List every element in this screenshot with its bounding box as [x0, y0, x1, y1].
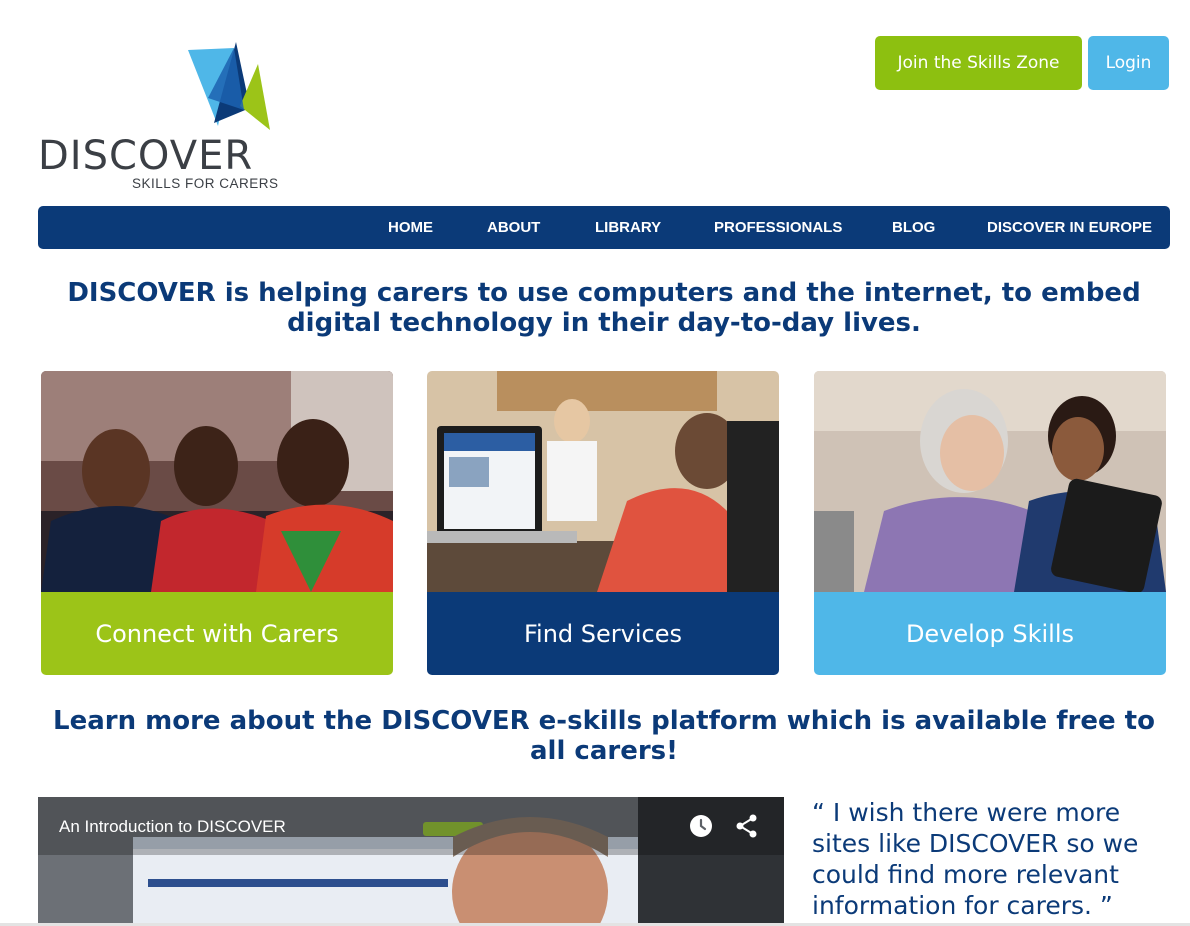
card-develop-skills-label[interactable]: Develop Skills: [814, 592, 1166, 675]
nav-home[interactable]: HOME: [388, 206, 433, 249]
card-develop-skills[interactable]: Develop Skills: [814, 371, 1166, 675]
join-skills-zone-button[interactable]: Join the Skills Zone: [875, 36, 1082, 90]
triangle-logo-icon: [188, 42, 270, 130]
logo-tagline: SKILLS FOR CARERS: [132, 176, 279, 191]
learn-more-heading: Learn more about the DISCOVER e-skills p…: [53, 706, 1155, 766]
card-connect-label[interactable]: Connect with Carers: [41, 592, 393, 675]
nav-library[interactable]: LIBRARY: [595, 206, 661, 249]
clock-icon[interactable]: [688, 813, 714, 839]
carers-group-photo: [41, 371, 393, 592]
testimonial-quote: “ I wish there were more sites like DISC…: [812, 798, 1139, 920]
intro-video-player[interactable]: An Introduction to DISCOVER: [38, 797, 784, 926]
discover-logo[interactable]: DISCOVER SKILLS FOR CARERS: [38, 38, 290, 196]
card-find-services[interactable]: Find Services: [427, 371, 779, 675]
nav-about[interactable]: ABOUT: [487, 206, 540, 249]
card-connect-with-carers[interactable]: Connect with Carers: [41, 371, 393, 675]
main-nav: HOME ABOUT LIBRARY PROFESSIONALS BLOG DI…: [38, 206, 1170, 249]
login-button[interactable]: Login: [1088, 36, 1169, 90]
laptop-user-photo: [427, 371, 779, 592]
video-title: An Introduction to DISCOVER: [59, 817, 286, 836]
page-headline: DISCOVER is helping carers to use comput…: [67, 278, 1141, 338]
tablet-learning-photo: [814, 371, 1166, 592]
logo-wordmark: DISCOVER: [38, 133, 254, 179]
card-find-services-label[interactable]: Find Services: [427, 592, 779, 675]
nav-blog[interactable]: BLOG: [892, 206, 935, 249]
nav-professionals[interactable]: PROFESSIONALS: [714, 206, 842, 249]
nav-discover-in-europe[interactable]: DISCOVER IN EUROPE: [987, 206, 1152, 249]
share-icon[interactable]: [734, 813, 760, 839]
